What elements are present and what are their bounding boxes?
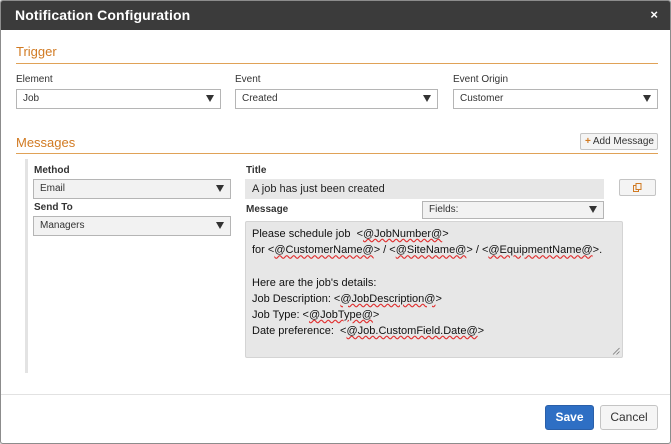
message-line: Job Description: <@JobDescription@> (252, 291, 616, 307)
footer-divider (1, 394, 670, 395)
event-origin-select[interactable]: Customer (453, 89, 658, 109)
method-label: Method (34, 165, 70, 176)
caret-down-icon (643, 95, 651, 102)
message-text: Here are the job's details: (252, 276, 377, 289)
messages-divider (16, 153, 658, 154)
message-text: > (442, 228, 449, 240)
copy-icon (633, 183, 642, 192)
caret-down-icon (216, 185, 224, 192)
copy-message-button[interactable] (619, 179, 656, 196)
message-line (252, 258, 616, 274)
method-select-value: Email (40, 183, 66, 194)
message-text: > (372, 308, 380, 321)
placeholder-token: @SiteName@ (395, 244, 467, 257)
fields-select[interactable]: Fields: (422, 201, 604, 219)
message-body-textarea[interactable]: Please schedule job <@JobNumber@> for <@C… (245, 221, 623, 358)
message-line: Date preference: <@Job.CustomField.Date@… (252, 323, 616, 339)
event-select[interactable]: Created (235, 89, 438, 109)
add-message-button[interactable]: + Add Message (580, 133, 658, 150)
event-label: Event (235, 74, 261, 85)
element-label: Element (16, 74, 53, 85)
message-text: for < (252, 244, 275, 257)
title-input[interactable]: A job has just been created (245, 179, 604, 199)
event-select-value: Created (242, 93, 278, 104)
message-line: Please schedule job <@JobNumber@> (252, 226, 616, 242)
method-select[interactable]: Email (33, 179, 231, 199)
dialog-header: Notification Configuration × (1, 1, 670, 30)
fields-select-value: Fields: (429, 204, 459, 215)
element-select[interactable]: Job (16, 89, 221, 109)
element-select-value: Job (23, 93, 40, 104)
message-text: > / < (466, 244, 489, 257)
notification-config-dialog: Notification Configuration × Trigger Ele… (0, 0, 671, 444)
message-body-lines: Please schedule job <@JobNumber@> for <@C… (252, 226, 616, 339)
event-origin-select-value: Customer (460, 93, 504, 104)
placeholder-token: @EquipmentName@ (488, 244, 593, 257)
message-text: Job Description: < (252, 292, 341, 305)
resize-grip-icon[interactable] (612, 347, 620, 355)
dialog-title: Notification Configuration (15, 7, 191, 23)
messages-heading: Messages (16, 135, 76, 150)
message-line: for <@CustomerName@> / <@SiteName@> / <@… (252, 242, 616, 258)
placeholder-token: @CustomerName@ (274, 244, 374, 257)
title-label: Title (246, 165, 267, 176)
caret-down-icon (423, 95, 431, 102)
save-button[interactable]: Save (545, 405, 594, 430)
message-text: > (477, 325, 485, 338)
message-label: Message (246, 204, 289, 215)
caret-down-icon (206, 95, 214, 102)
caret-down-icon (589, 206, 597, 213)
message-text: > / < (373, 244, 396, 257)
message-text: > (435, 292, 442, 305)
message-text: Job Type: < (252, 308, 309, 321)
add-message-label: Add Message (592, 136, 654, 147)
trigger-divider (16, 63, 658, 64)
close-icon[interactable]: × (650, 7, 658, 23)
message-text: Please schedule job < (252, 228, 363, 240)
event-origin-label: Event Origin (453, 74, 509, 85)
send-to-label: Send To (34, 202, 73, 213)
message-line: Here are the job's details: (252, 275, 616, 291)
message-text: >. (592, 244, 603, 257)
placeholder-token: @Job.CustomField.Date@ (346, 325, 478, 338)
cancel-button[interactable]: Cancel (600, 405, 658, 430)
placeholder-token: @JobType@ (308, 308, 373, 321)
send-to-select[interactable]: Managers (33, 216, 231, 236)
placeholder-token: @JobNumber@ (363, 228, 443, 240)
message-text: Date preference: < (252, 325, 347, 338)
placeholder-token: @JobDescription@ (340, 292, 436, 305)
plus-icon: + (585, 136, 591, 147)
caret-down-icon (216, 222, 224, 229)
trigger-heading: Trigger (16, 44, 57, 59)
message-line: Job Type: <@JobType@> (252, 307, 616, 323)
send-to-select-value: Managers (40, 220, 85, 231)
